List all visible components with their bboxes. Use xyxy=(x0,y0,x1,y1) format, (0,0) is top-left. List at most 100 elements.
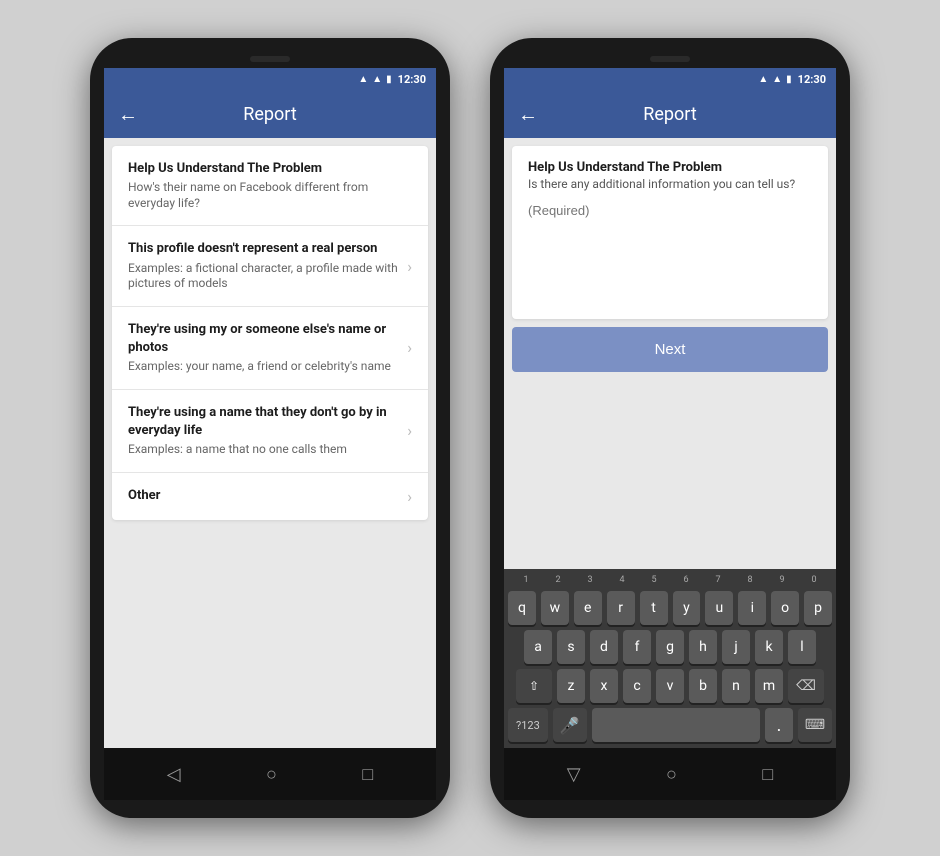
key-w[interactable]: w xyxy=(541,591,569,625)
status-time-2: 12:30 xyxy=(798,73,826,86)
phone-2-screen: ▲ ▲ ▮ 12:30 ← Report Help Us Understand … xyxy=(504,68,836,748)
shift-key[interactable]: ⇧ xyxy=(516,669,552,703)
report-item-fictional-title: This profile doesn't represent a real pe… xyxy=(128,240,399,258)
back-button-2[interactable]: ← xyxy=(518,102,538,127)
chevron-everyday-name: › xyxy=(407,421,412,440)
keyboard-row-3: ⇧ z x c v b n m ⌫ xyxy=(508,669,832,703)
app-bar-1: ← Report xyxy=(104,90,436,138)
key-i[interactable]: i xyxy=(738,591,766,625)
wifi-icon-2: ▲ xyxy=(758,74,768,85)
app-bar-title-2: Report xyxy=(554,104,786,125)
screen-content-1: Help Us Understand The Problem How's the… xyxy=(104,138,436,748)
key-e[interactable]: e xyxy=(574,591,602,625)
dot-key[interactable]: . xyxy=(765,708,793,742)
report-item-name-photos[interactable]: They're using my or someone else's name … xyxy=(112,307,428,390)
key-k[interactable]: k xyxy=(755,630,783,664)
signal-icon: ▲ xyxy=(372,74,382,85)
num-hint-3: 3 xyxy=(574,575,606,585)
key-m[interactable]: m xyxy=(755,669,783,703)
report-item-other-text: Other xyxy=(128,487,407,505)
key-x[interactable]: x xyxy=(590,669,618,703)
report-header-title: Help Us Understand The Problem xyxy=(128,160,404,178)
report-item-everyday-name[interactable]: They're using a name that they don't go … xyxy=(112,390,428,473)
key-v[interactable]: v xyxy=(656,669,684,703)
report-item-other[interactable]: Other › xyxy=(112,473,428,520)
keyboard-row-1: q w e r t y u i o p xyxy=(508,591,832,625)
report-item-name-photos-text: They're using my or someone else's name … xyxy=(128,321,407,375)
key-b[interactable]: b xyxy=(689,669,717,703)
report-item-fictional-text: This profile doesn't represent a real pe… xyxy=(128,240,407,291)
phone-speaker-2 xyxy=(650,56,690,62)
nav-recent-1[interactable]: □ xyxy=(362,764,373,785)
report-item-name-photos-title: They're using my or someone else's name … xyxy=(128,321,399,357)
signal-icon-2: ▲ xyxy=(772,74,782,85)
report-item-everyday-name-title: They're using a name that they don't go … xyxy=(128,404,399,440)
enter-key[interactable]: ⌨ xyxy=(798,708,832,742)
num-hint-5: 5 xyxy=(638,575,670,585)
report-item-other-title: Other xyxy=(128,487,399,505)
key-c[interactable]: c xyxy=(623,669,651,703)
back-button-1[interactable]: ← xyxy=(118,102,138,127)
key-a[interactable]: a xyxy=(524,630,552,664)
app-bar-title-1: Report xyxy=(154,104,386,125)
report-card-1: Help Us Understand The Problem How's the… xyxy=(112,146,428,520)
nav-recent-2[interactable]: □ xyxy=(762,764,773,785)
key-d[interactable]: d xyxy=(590,630,618,664)
key-n[interactable]: n xyxy=(722,669,750,703)
space-key[interactable] xyxy=(592,708,760,742)
key-y[interactable]: y xyxy=(673,591,701,625)
next-button[interactable]: Next xyxy=(512,327,828,372)
form-card: Help Us Understand The Problem Is there … xyxy=(512,146,828,319)
phone-1-navbar: ◁ ○ □ xyxy=(104,748,436,800)
numbers-key[interactable]: ?123 xyxy=(508,708,548,742)
phone-1: ▲ ▲ ▮ 12:30 ← Report Help Us Understand … xyxy=(90,38,450,818)
key-s[interactable]: s xyxy=(557,630,585,664)
num-hint-6: 6 xyxy=(670,575,702,585)
report-header-subtitle: How's their name on Facebook different f… xyxy=(128,180,404,211)
form-header-subtitle: Is there any additional information you … xyxy=(528,177,812,191)
status-bar-1: ▲ ▲ ▮ 12:30 xyxy=(104,68,436,90)
key-l[interactable]: l xyxy=(788,630,816,664)
nav-back-1[interactable]: ◁ xyxy=(167,764,181,785)
report-header-item: Help Us Understand The Problem How's the… xyxy=(112,146,428,226)
keyboard-bottom-row: ?123 🎤 . ⌨ xyxy=(508,708,832,742)
chevron-name-photos: › xyxy=(407,338,412,357)
keyboard-row-2: a s d f g h j k l xyxy=(508,630,832,664)
chevron-other: › xyxy=(407,487,412,506)
key-f[interactable]: f xyxy=(623,630,651,664)
delete-key[interactable]: ⌫ xyxy=(788,669,824,703)
report-item-fictional[interactable]: This profile doesn't represent a real pe… xyxy=(112,226,428,306)
wifi-icon: ▲ xyxy=(358,74,368,85)
key-t[interactable]: t xyxy=(640,591,668,625)
battery-icon-2: ▮ xyxy=(786,74,792,85)
num-hint-8: 8 xyxy=(734,575,766,585)
phone-speaker-1 xyxy=(250,56,290,62)
num-hint-2: 2 xyxy=(542,575,574,585)
nav-home-1[interactable]: ○ xyxy=(266,764,277,785)
key-q[interactable]: q xyxy=(508,591,536,625)
key-p[interactable]: p xyxy=(804,591,832,625)
key-j[interactable]: j xyxy=(722,630,750,664)
report-item-fictional-subtitle: Examples: a fictional character, a profi… xyxy=(128,261,399,292)
nav-back-2[interactable]: ▽ xyxy=(567,764,581,785)
mic-key[interactable]: 🎤 xyxy=(553,708,587,742)
phone-1-screen: ▲ ▲ ▮ 12:30 ← Report Help Us Understand … xyxy=(104,68,436,748)
form-header-title: Help Us Understand The Problem xyxy=(528,160,812,175)
status-time-1: 12:30 xyxy=(398,73,426,86)
keyboard-number-row: 1 2 3 4 5 6 7 8 9 0 xyxy=(508,575,832,585)
key-z[interactable]: z xyxy=(557,669,585,703)
key-u[interactable]: u xyxy=(705,591,733,625)
num-hint-9: 9 xyxy=(766,575,798,585)
keyboard: 1 2 3 4 5 6 7 8 9 0 q w e r t y u i xyxy=(504,569,836,748)
report-item-everyday-name-text: They're using a name that they don't go … xyxy=(128,404,407,458)
screen-content-2: Help Us Understand The Problem Is there … xyxy=(504,138,836,569)
key-r[interactable]: r xyxy=(607,591,635,625)
nav-home-2[interactable]: ○ xyxy=(666,764,677,785)
phone-2-navbar: ▽ ○ □ xyxy=(504,748,836,800)
key-h[interactable]: h xyxy=(689,630,717,664)
key-o[interactable]: o xyxy=(771,591,799,625)
chevron-fictional: › xyxy=(407,257,412,276)
key-g[interactable]: g xyxy=(656,630,684,664)
additional-info-input[interactable] xyxy=(512,195,828,315)
report-item-name-photos-subtitle: Examples: your name, a friend or celebri… xyxy=(128,359,399,375)
